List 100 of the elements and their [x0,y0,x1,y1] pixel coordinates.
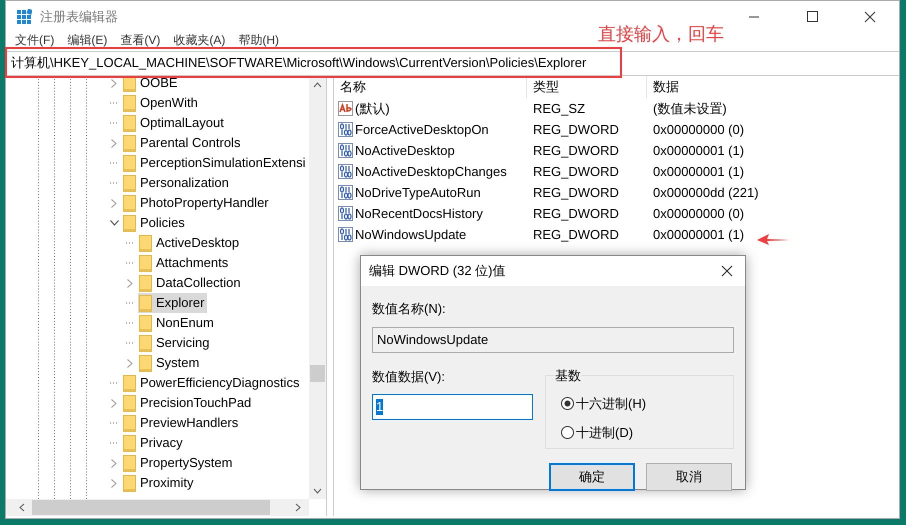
value-type: REG_DWORD [533,184,619,200]
expand-icon[interactable] [111,458,117,468]
value-row[interactable]: (默认) REG_SZ (数值未设置) [334,98,899,119]
expand-icon[interactable] [111,478,117,488]
value-data: 0x00000001 (1) [653,226,744,242]
ok-button[interactable]: 确定 [549,462,635,490]
string-value-icon [338,101,353,116]
cancel-button[interactable]: 取消 [646,462,732,490]
folder-icon [123,114,136,132]
scroll-down-icon[interactable] [313,488,322,494]
field-value: 1 [376,399,384,415]
column-header[interactable]: 类型 [527,76,647,98]
value-type: REG_SZ [533,100,586,116]
folder-icon [139,254,152,272]
value-type: REG_DWORD [533,122,619,137]
tree-item[interactable]: Proximity [122,473,196,493]
annotation-text: 直接输入，回车 [598,23,724,46]
dialog-title: 编辑 DWORD (32 位)值 [369,262,506,280]
value-name: NoWindowsUpdate [355,226,466,244]
tree-item[interactable]: Privacy [122,433,186,453]
horizontal-scrollbar[interactable] [6,499,309,516]
menu-item[interactable]: 收藏夹(A) [173,33,226,47]
scrollbar-thumb[interactable] [32,500,270,515]
tree-item[interactable]: OptimalLayout [122,113,227,133]
value-data: 0x00000001 (1) [653,142,744,158]
tree-item[interactable]: Explorer [138,293,208,313]
tree-item[interactable]: Parental Controls [122,133,244,153]
scroll-left-icon[interactable] [19,503,25,512]
value-name: NoActiveDesktop [355,142,455,160]
field-label: 数值名称(N): [372,300,447,318]
expand-icon[interactable] [111,198,117,208]
expand-icon[interactable] [127,278,133,288]
close-icon[interactable] [721,265,733,277]
scrollbar-thumb[interactable] [310,365,325,382]
value-row[interactable]: NoActiveDesktop REG_DWORD 0x00000001 (1) [334,140,899,161]
menu-item[interactable]: 查看(V) [120,33,160,47]
value-row[interactable]: NoWindowsUpdate REG_DWORD 0x00000001 (1) [334,224,899,245]
tree-item[interactable]: NonEnum [138,313,217,333]
scroll-up-icon[interactable] [313,82,322,88]
tree-item[interactable]: PrecisionTouchPad [122,393,254,413]
binary-value-icon [338,143,353,158]
expand-icon[interactable] [111,398,117,408]
binary-value-icon [338,227,353,242]
tree-item[interactable]: PerceptionSimulationExtensi [122,153,308,173]
radio-option[interactable]: 十进制(D) [561,423,634,442]
menu-item[interactable]: 帮助(H) [238,33,279,47]
tree-item[interactable]: Policies [122,213,188,233]
value-row[interactable]: NoDriveTypeAutoRun REG_DWORD 0x000000dd (221) [334,182,899,203]
vertical-scrollbar[interactable] [309,76,326,499]
binary-value-icon [338,122,353,137]
scroll-right-icon[interactable] [295,503,301,512]
expand-icon[interactable] [111,138,117,148]
collapse-icon[interactable] [110,220,118,226]
registry-icon [16,9,32,25]
tree-item[interactable]: Personalization [122,173,232,193]
folder-icon [139,314,152,332]
folder-icon [123,394,136,412]
tree-item[interactable]: ActiveDesktop [138,233,242,253]
value-name: NoActiveDesktopChanges [355,162,507,181]
expand-icon[interactable] [127,358,133,368]
folder-icon [123,194,136,212]
tree-item[interactable]: PreviewHandlers [122,413,242,433]
folder-icon [123,454,136,472]
value-name: (默认) [355,100,390,118]
value-data: 0x00000000 (0) [653,122,744,137]
folder-icon [139,234,152,252]
radio-option[interactable]: 十六进制(H) [561,394,646,413]
tree-item[interactable]: PowerEfficiencyDiagnostics [122,373,302,393]
tree-item[interactable]: PropertySystem [122,453,236,473]
folder-icon [139,354,152,372]
value-name: NoRecentDocsHistory [355,204,483,223]
value-row[interactable]: NoRecentDocsHistory REG_DWORD 0x00000000 (0) [334,203,899,224]
tree-item[interactable]: OOBE [122,76,181,93]
radio-button[interactable] [561,396,574,410]
folder-icon [123,414,136,432]
tree-item[interactable]: PhotoPropertyHandler [122,193,272,213]
column-header[interactable]: 数据 [647,76,899,98]
value-type: REG_DWORD [533,206,619,221]
value-row[interactable]: ForceActiveDesktopOn REG_DWORD 0x00000000 (0) [334,119,899,140]
radio-button[interactable] [561,426,574,440]
value-name: NoDriveTypeAutoRun [355,184,481,202]
tree-item[interactable]: OpenWith [122,93,201,113]
value-name: ForceActiveDesktopOn [355,120,489,139]
tree-item[interactable]: DataCollection [138,273,244,293]
field-value: NoWindowsUpdate [377,330,488,349]
binary-value-icon [338,185,353,200]
value-data: 0x000000dd (221) [653,184,759,200]
menu-item[interactable]: 编辑(E) [67,33,108,47]
value-data-field[interactable]: 1 [372,394,533,420]
folder-icon [139,274,152,292]
expand-icon[interactable] [111,78,117,88]
column-header[interactable]: 名称 [334,76,527,98]
value-row[interactable]: NoActiveDesktopChanges REG_DWORD 0x00000001 (1) [334,161,899,182]
menu-item[interactable]: 文件(F) [15,33,54,47]
address-text: 计算机\HKEY_LOCAL_MACHINE\SOFTWARE\Microsoft\Windows\CurrentVersion\Policies\Explorer [11,54,586,72]
tree-item[interactable]: Servicing [138,333,212,353]
window-title: 注册表编辑器 [40,8,118,26]
tree-item[interactable]: Attachments [138,253,232,273]
tree-item[interactable]: System [138,353,202,373]
folder-icon [123,154,136,172]
